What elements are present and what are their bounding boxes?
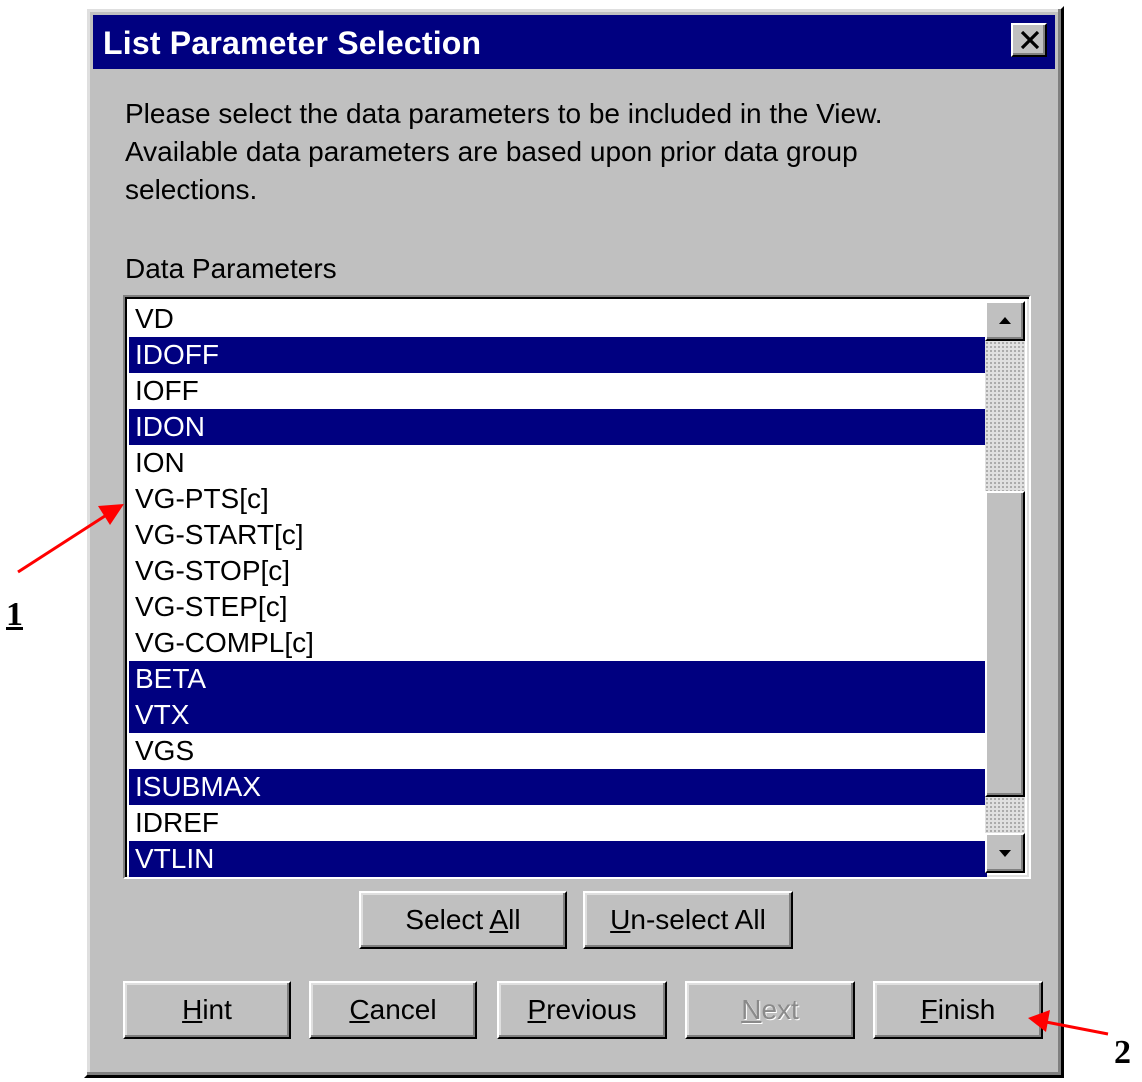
annotation-arrow-2 [1028, 1010, 1109, 1036]
annotation-arrow-1 [17, 504, 124, 574]
annotation-layer [17, 504, 1109, 1036]
callout-2: 2 [1114, 1034, 1131, 1071]
callout-1: 1 [6, 596, 23, 633]
